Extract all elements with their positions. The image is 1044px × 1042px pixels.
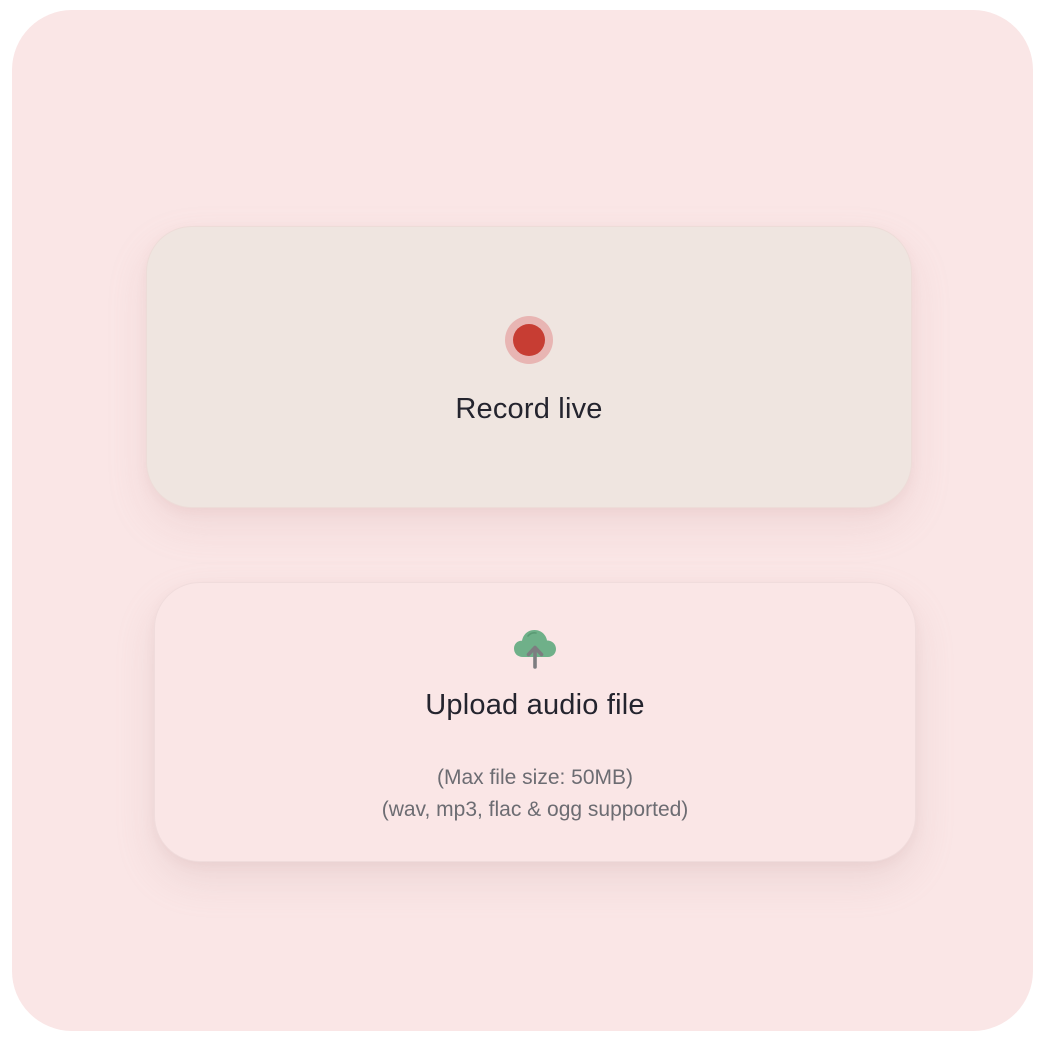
upload-notes: (Max file size: 50MB) (wav, mp3, flac & … bbox=[382, 762, 689, 826]
upload-audio-file-label: Upload audio file bbox=[425, 689, 645, 721]
cloud-upload-icon bbox=[514, 630, 556, 669]
record-dot-core bbox=[513, 324, 545, 356]
record-dot-icon bbox=[505, 316, 553, 364]
supported-formats-note: (wav, mp3, flac & ogg supported) bbox=[381, 798, 689, 821]
app-frame: Record live Upload audio file (Max file … bbox=[12, 10, 1033, 1031]
record-live-label: Record live bbox=[455, 393, 603, 425]
record-live-button[interactable]: Record live bbox=[146, 226, 912, 508]
upload-audio-file-button[interactable]: Upload audio file (Max file size: 50MB) … bbox=[154, 582, 916, 862]
max-file-size-note: (Max file size: 50MB) bbox=[436, 766, 634, 789]
